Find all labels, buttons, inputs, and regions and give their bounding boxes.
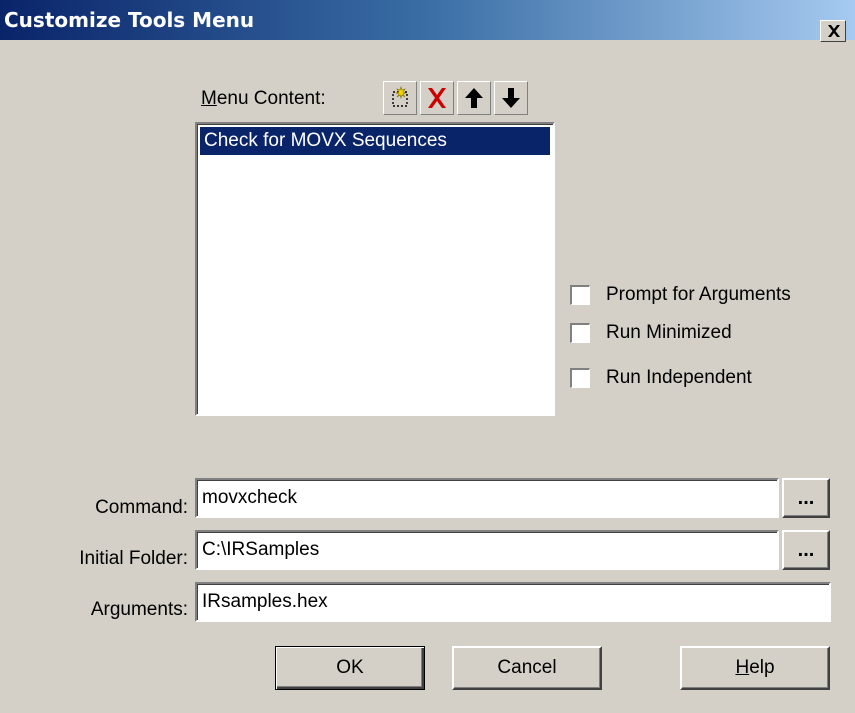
close-button[interactable] (820, 20, 846, 42)
run-minimized-label: Run Minimized (606, 322, 732, 343)
list-item[interactable]: Check for MOVX Sequences (200, 127, 550, 155)
arguments-label: Arguments: (90, 599, 188, 620)
title-bar[interactable]: Customize Tools Menu (0, 0, 855, 42)
run-minimized-checkbox[interactable] (570, 323, 590, 343)
arguments-field[interactable] (195, 582, 831, 622)
delete-icon (428, 88, 446, 108)
window-title: Customize Tools Menu (4, 8, 255, 32)
move-down-button[interactable] (494, 81, 528, 115)
run-independent-checkbox[interactable] (570, 368, 590, 388)
new-item-icon (392, 86, 408, 107)
menu-content-list[interactable]: Check for MOVX Sequences (195, 122, 555, 416)
prompt-for-arguments-label: Prompt for Arguments (606, 284, 791, 305)
new-item-button[interactable] (383, 81, 417, 115)
ok-button[interactable]: OK (275, 646, 425, 690)
customize-tools-dialog: Customize Tools Menu Menu Content: Check… (0, 0, 855, 713)
initial-folder-browse-button[interactable]: ... (782, 530, 830, 570)
menu-content-label: Menu Content: (201, 88, 326, 110)
initial-folder-field[interactable] (195, 530, 779, 570)
arrow-down-icon (502, 88, 520, 108)
cancel-button[interactable]: Cancel (452, 646, 602, 690)
command-field[interactable] (195, 478, 779, 518)
move-up-button[interactable] (457, 81, 491, 115)
close-icon (828, 25, 840, 37)
help-label-rest: elp (749, 657, 775, 678)
command-browse-button[interactable]: ... (782, 478, 830, 518)
menu-content-accel: M (201, 88, 217, 109)
initial-folder-label: Initial Folder: (79, 548, 188, 569)
delete-item-button[interactable] (420, 81, 454, 115)
command-label: Command: (95, 497, 188, 518)
run-independent-label: Run Independent (606, 367, 752, 388)
prompt-for-arguments-checkbox[interactable] (570, 285, 590, 305)
menu-content-header: Menu Content: (195, 79, 555, 117)
help-button[interactable]: Help (680, 646, 830, 690)
help-accel: H (735, 657, 750, 678)
menu-content-label-rest: enu Content: (216, 88, 326, 109)
arrow-up-icon (465, 88, 483, 108)
